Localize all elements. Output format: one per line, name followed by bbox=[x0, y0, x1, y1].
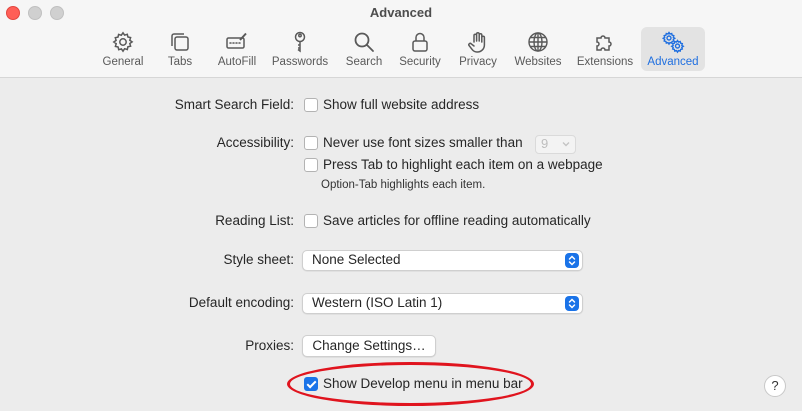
gear-icon bbox=[112, 31, 134, 53]
tab-privacy[interactable]: Privacy bbox=[456, 27, 500, 71]
smart-search-field-label: Smart Search Field: bbox=[174, 97, 294, 112]
save-articles-offline-checkbox[interactable] bbox=[304, 214, 318, 228]
tab-label: Advanced bbox=[647, 56, 699, 68]
tab-autofill[interactable]: AutoFill bbox=[214, 27, 260, 71]
gears-icon bbox=[661, 31, 685, 54]
change-settings-button[interactable]: Change Settings… bbox=[302, 335, 436, 357]
show-full-address-label: Show full website address bbox=[323, 97, 480, 112]
default-encoding-label: Default encoding: bbox=[188, 295, 294, 310]
tab-security[interactable]: Security bbox=[396, 27, 444, 71]
tab-label: Passwords bbox=[271, 56, 329, 68]
accessibility-label: Accessibility: bbox=[216, 135, 294, 150]
tab-label: Tabs bbox=[167, 56, 193, 68]
search-icon bbox=[354, 32, 374, 52]
never-use-font-sizes-checkbox[interactable] bbox=[304, 136, 318, 150]
autofill-icon bbox=[226, 32, 247, 49]
window-title: Advanced bbox=[369, 5, 433, 20]
never-use-font-sizes-label: Never use font sizes smaller than bbox=[323, 135, 523, 150]
show-full-address-checkbox[interactable] bbox=[304, 98, 318, 112]
globe-icon bbox=[528, 32, 548, 52]
show-develop-menu-label: Show Develop menu in menu bar bbox=[323, 376, 523, 391]
tab-general[interactable]: General bbox=[100, 27, 146, 71]
press-tab-highlight-label: Press Tab to highlight each item on a we… bbox=[323, 157, 603, 172]
style-sheet-value: None Selected bbox=[312, 252, 401, 267]
tab-tabs[interactable]: Tabs bbox=[160, 27, 200, 71]
tab-passwords[interactable]: Passwords bbox=[270, 27, 330, 71]
default-encoding-value: Western (ISO Latin 1) bbox=[312, 295, 443, 310]
tab-label: Websites bbox=[514, 56, 562, 68]
show-develop-menu-checkbox[interactable] bbox=[304, 377, 318, 391]
key-icon bbox=[294, 31, 306, 53]
tab-extensions[interactable]: Extensions bbox=[574, 27, 636, 71]
save-articles-offline-label: Save articles for offline reading automa… bbox=[323, 213, 591, 228]
help-button[interactable]: ? bbox=[764, 375, 786, 397]
hand-icon bbox=[468, 32, 486, 53]
minimum-font-size-combo[interactable]: 9 bbox=[535, 135, 576, 154]
style-sheet-popup[interactable]: None Selected bbox=[302, 250, 583, 271]
popup-arrows-icon bbox=[565, 296, 579, 311]
tab-label: Search bbox=[345, 56, 383, 68]
popup-arrows-icon bbox=[565, 253, 579, 268]
tab-label: Extensions bbox=[576, 56, 634, 68]
style-sheet-label: Style sheet: bbox=[223, 252, 294, 267]
tab-websites[interactable]: Websites bbox=[512, 27, 564, 71]
tab-label: Security bbox=[399, 56, 441, 68]
chevron-down-icon bbox=[562, 142, 570, 147]
lock-icon bbox=[412, 32, 428, 52]
puzzle-icon bbox=[596, 35, 612, 51]
tabs-icon bbox=[171, 33, 189, 51]
option-tab-note: Option-Tab highlights each item. bbox=[321, 179, 486, 191]
minimum-font-size-value: 9 bbox=[541, 136, 549, 151]
tab-label: Privacy bbox=[459, 56, 497, 68]
proxies-label: Proxies: bbox=[245, 338, 294, 353]
safari-advanced-preferences-window: Advanced General Tabs AutoFill Passwords… bbox=[0, 0, 802, 411]
tab-advanced[interactable]: Advanced bbox=[641, 27, 705, 71]
tab-label: General bbox=[102, 56, 144, 68]
preferences-toolbar: Advanced General Tabs AutoFill Passwords… bbox=[0, 0, 802, 78]
tab-search[interactable]: Search bbox=[342, 27, 386, 71]
tab-label: AutoFill bbox=[217, 56, 257, 68]
reading-list-label: Reading List: bbox=[215, 213, 294, 228]
press-tab-highlight-checkbox[interactable] bbox=[304, 158, 318, 172]
default-encoding-popup[interactable]: Western (ISO Latin 1) bbox=[302, 293, 583, 314]
